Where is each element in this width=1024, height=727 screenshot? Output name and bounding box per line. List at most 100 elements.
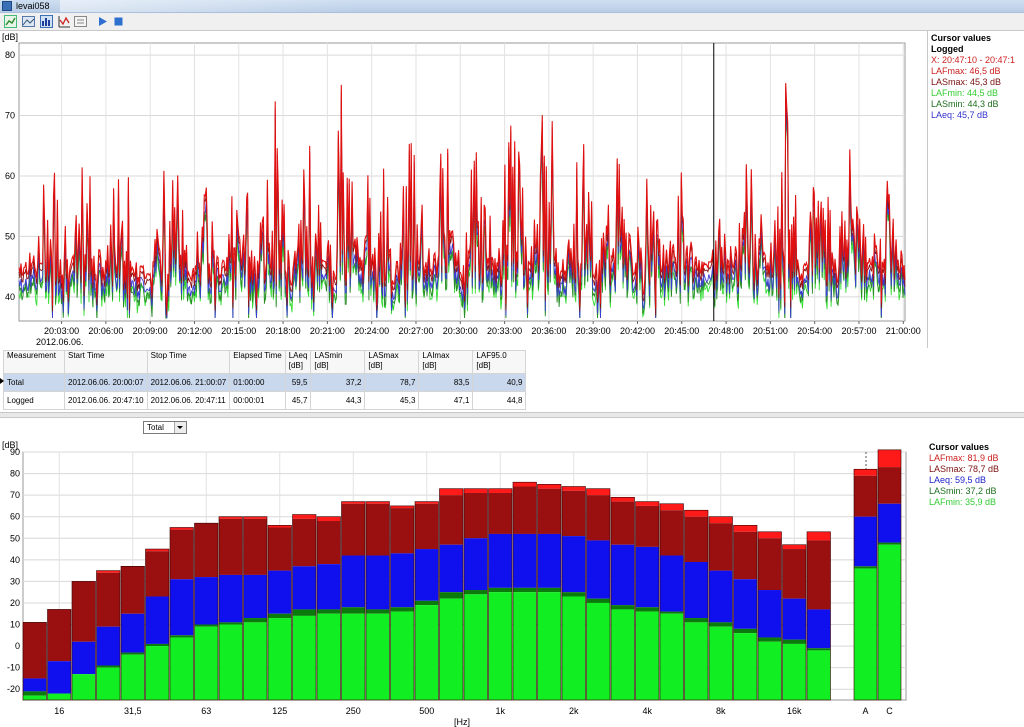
x-tick-label: C <box>886 706 893 716</box>
spectrum-chart[interactable]: [dB]-20-10010203040506070809016 31,5 63 125… <box>0 436 928 727</box>
cell-measurement: Logged <box>3 391 65 410</box>
col-header-start-time: Start Time <box>64 350 148 374</box>
bar-laeq <box>341 555 365 608</box>
chart-icon[interactable] <box>4 15 17 28</box>
bar-lafmin <box>488 592 512 700</box>
bar-lafmin <box>537 592 561 700</box>
x-tick-label: 20:24:00 <box>354 326 389 336</box>
bar-lafmin <box>219 624 243 700</box>
bar-lasmin <box>635 607 659 612</box>
y-tick-label: 50 <box>10 533 20 543</box>
bar-lasmax <box>194 523 218 578</box>
bar-lasmin <box>23 691 47 696</box>
bar-laeq <box>488 533 512 588</box>
bar-lasmax <box>562 490 586 537</box>
bar-lasmin <box>684 618 708 623</box>
x-tick-label: 20:09:00 <box>133 326 168 336</box>
bar-lasmin <box>317 609 341 614</box>
bar-lafmin <box>807 650 831 700</box>
bar-lafmax <box>854 469 877 476</box>
measurement-select[interactable]: Total <box>143 421 187 434</box>
bar-lasmin <box>660 611 684 614</box>
bar-lafmin <box>341 613 365 700</box>
cell-lasmin: 37,2 <box>310 373 366 392</box>
row-pointer-icon <box>0 378 4 384</box>
bar-laeq <box>243 574 267 619</box>
x-tick-label: 63 <box>201 706 211 716</box>
bottom-cursor-line: LAFmax: 81,9 dB <box>929 453 999 463</box>
cell-lasmax: 78,7 <box>364 373 420 392</box>
bar-laeq <box>782 598 806 640</box>
bottom-cursor-panel: Cursor values LAFmax: 81,9 dB LASmax: 78,… <box>929 442 1024 508</box>
x-tick-label: 20:42:00 <box>620 326 655 336</box>
bar-laeq <box>268 570 292 614</box>
bar-lafmax <box>317 516 341 522</box>
play-icon[interactable] <box>96 15 109 28</box>
table-row-total[interactable]: Total 2012.06.06. 20:00:07 2012.06.06. 2… <box>3 373 527 392</box>
bar-lafmax <box>219 516 243 519</box>
bar-lafmax <box>807 531 831 541</box>
bar-lasmin <box>292 609 316 616</box>
x-tick-label: 20:15:00 <box>221 326 256 336</box>
bar-lasmin <box>268 613 292 619</box>
cursor-values-title: Cursor values <box>929 442 990 452</box>
panel-splitter[interactable] <box>0 412 1024 418</box>
cell-laf95: 44,8 <box>472 391 527 410</box>
image-icon[interactable] <box>22 15 35 28</box>
bar-lasmax <box>366 503 390 556</box>
col-header-laf95: LAF95.0 [dB] <box>472 350 527 374</box>
bar-lasmin <box>782 639 806 644</box>
bar-lasmin <box>243 618 267 623</box>
table-row-logged[interactable]: Logged 2012.06.06. 20:47:10 2012.06.06. … <box>3 391 527 410</box>
bar-laeq <box>513 533 537 588</box>
bar-lasmax <box>733 531 757 580</box>
top-cursor-panel: Cursor values Logged X: 20:47:10 - 20:47… <box>931 33 1024 121</box>
bar-laeq <box>660 555 684 612</box>
chevron-down-icon[interactable] <box>174 422 186 433</box>
bar-laeq <box>23 678 47 692</box>
bar-lafmax <box>878 449 901 468</box>
cell-elapsed-time: 01:00:00 <box>229 373 286 392</box>
bar-lasmax <box>878 467 901 504</box>
bar-lasmax <box>219 518 243 575</box>
cell-laeq: 45,7 <box>284 391 312 410</box>
bar-lafmin <box>464 594 488 700</box>
bar-chart-icon[interactable] <box>40 15 53 28</box>
bar-lafmin <box>611 609 635 700</box>
bar-lafmin <box>684 622 708 700</box>
bar-lasmax <box>415 503 439 550</box>
bar-lasmax <box>243 518 267 575</box>
bar-lasmin <box>488 587 512 593</box>
bar-lasmin <box>170 635 194 638</box>
bar-lasmax <box>709 523 733 571</box>
x-tick-label: 20:12:00 <box>177 326 212 336</box>
bar-lasmax <box>854 475 877 517</box>
x-tick-label: 20:36:00 <box>531 326 566 336</box>
bar-lafmin <box>854 568 877 700</box>
bar-lafmin <box>782 643 806 700</box>
bar-laeq <box>170 579 194 636</box>
spectrum-icon[interactable] <box>58 15 71 28</box>
bar-lafmax <box>758 531 782 539</box>
bar-laeq <box>366 555 390 610</box>
bar-lafmin <box>709 626 733 700</box>
cell-laf95: 40,9 <box>472 373 527 392</box>
bar-lafmax <box>243 516 267 519</box>
bar-lasmax <box>537 488 561 534</box>
time-history-chart[interactable]: [dB] 80 70 60 50 40 20:03:00 20:06:00 20:09:00 20… <box>0 30 928 348</box>
x-tick-label: A <box>862 706 868 716</box>
bar-lafmax <box>170 527 194 530</box>
export-icon[interactable] <box>74 15 87 28</box>
cell-start-time: 2012.06.06. 20:00:07 <box>64 373 148 392</box>
col-header-stop-time: Stop Time <box>146 350 231 374</box>
bar-laeq <box>854 516 877 567</box>
col-header-laimax: LAImax [dB] <box>418 350 474 374</box>
bar-lafmax <box>390 505 414 509</box>
bar-laeq <box>586 540 610 599</box>
x-tick-label: 4k <box>642 706 652 716</box>
stop-icon[interactable] <box>112 15 125 28</box>
bar-lasmin <box>439 592 463 599</box>
x-tick-label: 20:30:00 <box>443 326 478 336</box>
bar-laeq <box>807 609 831 649</box>
x-tick-label: 20:03:00 <box>44 326 79 336</box>
